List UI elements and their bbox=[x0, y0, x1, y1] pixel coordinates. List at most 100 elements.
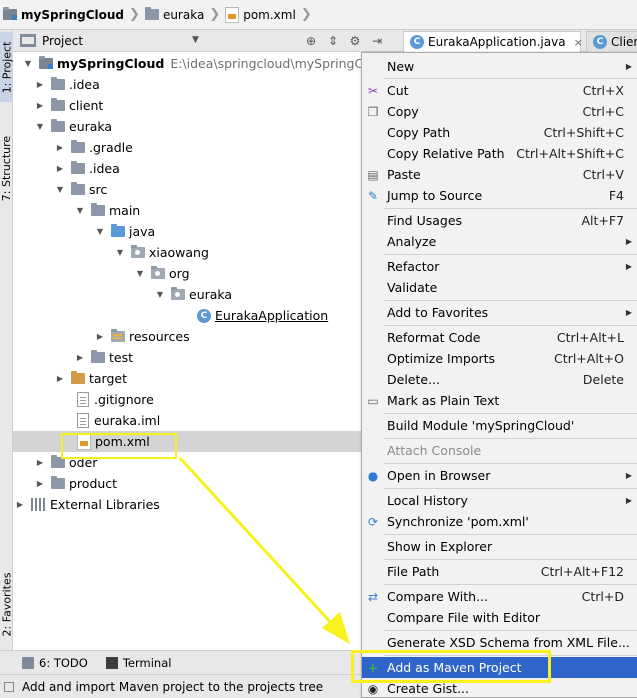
menu-item-mark-as-plain-text[interactable]: ▭ Mark as Plain Text bbox=[362, 390, 637, 411]
resources-folder-icon bbox=[111, 329, 125, 342]
tree-item[interactable]: ▼ euraka bbox=[13, 116, 363, 137]
menu-separator bbox=[384, 413, 637, 414]
tree-item[interactable]: ▼ euraka bbox=[13, 284, 363, 305]
menu-item-cut[interactable]: ✂ Cut Ctrl+X bbox=[362, 80, 637, 101]
chevron-right-icon[interactable]: ▶ bbox=[75, 353, 85, 362]
menu-item-analyze[interactable]: Analyze ▶ bbox=[362, 231, 637, 252]
chevron-right-icon[interactable]: ▶ bbox=[15, 500, 25, 509]
text-file-icon: ▭ bbox=[367, 394, 379, 408]
menu-item-synchronize[interactable]: ⟳ Synchronize 'pom.xml' bbox=[362, 511, 637, 532]
tree-item[interactable]: ▶ resources bbox=[13, 326, 363, 347]
tree-item-root[interactable]: ▼ mySpringCloud E:\idea\springcloud\mySpri… bbox=[13, 53, 390, 74]
tree-item[interactable]: ▼ main bbox=[13, 200, 363, 221]
libraries-icon bbox=[31, 498, 45, 511]
breadcrumb-item-root[interactable]: mySpringCloud bbox=[3, 7, 124, 22]
chevron-down-icon[interactable]: ▼ bbox=[35, 122, 45, 131]
folder-icon bbox=[71, 182, 85, 195]
chevron-down-icon[interactable]: ▼ bbox=[115, 248, 125, 257]
tree-item[interactable]: ▶ .idea bbox=[13, 158, 363, 179]
tree-item[interactable]: ▶ .gradle bbox=[13, 137, 363, 158]
chevron-down-icon[interactable]: ▼ bbox=[155, 290, 165, 299]
chevron-right-icon[interactable]: ▶ bbox=[35, 458, 45, 467]
copy-icon: ❐ bbox=[367, 105, 379, 119]
tree-item[interactable]: ▶ product bbox=[13, 473, 363, 494]
editor-tab-bar: C EurakaApplication.java × C Clien bbox=[403, 30, 637, 52]
menu-item-validate[interactable]: Validate bbox=[362, 277, 637, 298]
jump-to-source-icon: ✎ bbox=[367, 189, 379, 203]
menu-item-compare-with[interactable]: ⇄ Compare With... Ctrl+D bbox=[362, 586, 637, 607]
chevron-right-icon[interactable]: ▶ bbox=[35, 80, 45, 89]
tool-tab-structure[interactable]: 7: Structure bbox=[0, 122, 13, 214]
paste-icon: ▤ bbox=[367, 168, 379, 182]
tree-item[interactable]: euraka.iml bbox=[13, 410, 363, 431]
chevron-down-icon[interactable]: ▼ bbox=[95, 227, 105, 236]
menu-item-copy-relative-path[interactable]: Copy Relative Path Ctrl+Alt+Shift+C bbox=[362, 143, 637, 164]
chevron-right-icon[interactable]: ▶ bbox=[55, 143, 65, 152]
chevron-right-icon[interactable]: ▶ bbox=[35, 479, 45, 488]
chevron-right-icon[interactable]: ▶ bbox=[55, 164, 65, 173]
tree-item[interactable]: .gitignore bbox=[13, 389, 363, 410]
tree-item[interactable]: ▶ client bbox=[13, 95, 363, 116]
menu-item-copy[interactable]: ❐ Copy Ctrl+C bbox=[362, 101, 637, 122]
xml-file-icon bbox=[225, 6, 240, 23]
tool-tab-project[interactable]: 1: Project bbox=[0, 32, 13, 102]
tree-item[interactable]: ▶ External Libraries bbox=[13, 494, 363, 515]
breadcrumb-item-file[interactable]: pom.xml bbox=[225, 6, 296, 23]
tree-item[interactable]: C EurakaApplication bbox=[13, 305, 363, 326]
tab-eurakaapplication[interactable]: C EurakaApplication.java × bbox=[403, 31, 583, 52]
menu-item-refactor[interactable]: Refactor ▶ bbox=[362, 256, 637, 277]
tree-item[interactable]: ▼ java bbox=[13, 221, 363, 242]
chevron-down-icon[interactable]: ▼ bbox=[23, 59, 33, 68]
close-icon[interactable]: × bbox=[574, 36, 583, 49]
toggle-tool-windows-icon[interactable] bbox=[4, 681, 14, 692]
menu-item-open-in-browser[interactable]: ● Open in Browser ▶ bbox=[362, 465, 637, 486]
menu-item-copy-path[interactable]: Copy Path Ctrl+Shift+C bbox=[362, 122, 637, 143]
menu-item-optimize-imports[interactable]: Optimize Imports Ctrl+Alt+O bbox=[362, 348, 637, 369]
status-text: Add and import Maven project to the proj… bbox=[22, 679, 324, 694]
terminal-tool-button[interactable]: Terminal bbox=[105, 656, 171, 670]
collapse-all-icon[interactable]: ⇕ bbox=[326, 34, 340, 48]
todo-tool-button[interactable]: 6: TODO bbox=[22, 656, 88, 670]
chevron-down-icon[interactable]: ▼ bbox=[192, 35, 199, 45]
menu-item-paste[interactable]: ▤ Paste Ctrl+V bbox=[362, 164, 637, 185]
menu-item-show-in-explorer[interactable]: Show in Explorer bbox=[362, 536, 637, 557]
tree-item[interactable]: ▼ src bbox=[13, 179, 363, 200]
menu-item-delete[interactable]: Delete... Delete bbox=[362, 369, 637, 390]
gear-icon[interactable]: ⚙ bbox=[348, 34, 362, 48]
menu-separator bbox=[384, 488, 637, 489]
tree-item[interactable]: ▶ target bbox=[13, 368, 363, 389]
menu-item-build-module[interactable]: Build Module 'mySpringCloud' bbox=[362, 415, 637, 436]
tree-item[interactable]: ▶ .idea bbox=[13, 74, 363, 95]
chevron-down-icon[interactable]: ▼ bbox=[55, 185, 65, 194]
status-bar: Add and import Maven project to the proj… bbox=[0, 674, 361, 698]
hide-panel-icon[interactable]: ⇥ bbox=[370, 34, 384, 48]
menu-item-compare-file-with-editor[interactable]: Compare File with Editor bbox=[362, 607, 637, 628]
folder-icon bbox=[144, 7, 159, 20]
menu-item-jump-to-source[interactable]: ✎ Jump to Source F4 bbox=[362, 185, 637, 206]
annotation-highlight-pom bbox=[61, 433, 177, 459]
project-panel-title[interactable]: Project bbox=[42, 34, 83, 48]
menu-item-attach-console: Attach Console bbox=[387, 443, 482, 458]
menu-item-find-usages[interactable]: Find Usages Alt+F7 bbox=[362, 210, 637, 231]
chevron-right-icon[interactable]: ▶ bbox=[35, 101, 45, 110]
menu-item-add-to-favorites[interactable]: Add to Favorites ▶ bbox=[362, 302, 637, 323]
breadcrumb-item-module[interactable]: euraka bbox=[144, 7, 204, 22]
tab-client[interactable]: C Clien bbox=[586, 31, 637, 52]
chevron-down-icon[interactable]: ▼ bbox=[75, 206, 85, 215]
tool-tab-favorites[interactable]: 2: Favorites bbox=[0, 558, 13, 650]
tree-item[interactable]: ▼ org bbox=[13, 263, 363, 284]
sync-icon: ⟳ bbox=[367, 515, 379, 529]
class-icon: C bbox=[410, 35, 424, 49]
chevron-right-icon[interactable]: ▶ bbox=[55, 374, 65, 383]
tree-item[interactable]: ▶ test bbox=[13, 347, 363, 368]
scroll-from-source-icon[interactable]: ⊕ bbox=[304, 34, 318, 48]
menu-separator bbox=[384, 300, 637, 301]
menu-item-local-history[interactable]: Local History ▶ bbox=[362, 490, 637, 511]
menu-separator bbox=[384, 630, 637, 631]
chevron-down-icon[interactable]: ▼ bbox=[135, 269, 145, 278]
tree-item[interactable]: ▼ xiaowang bbox=[13, 242, 363, 263]
menu-item-reformat-code[interactable]: Reformat Code Ctrl+Alt+L bbox=[362, 327, 637, 348]
chevron-right-icon[interactable]: ▶ bbox=[95, 332, 105, 341]
menu-item-file-path[interactable]: File Path Ctrl+Alt+F12 bbox=[362, 561, 637, 582]
menu-item-new[interactable]: New ▶ bbox=[362, 56, 637, 77]
